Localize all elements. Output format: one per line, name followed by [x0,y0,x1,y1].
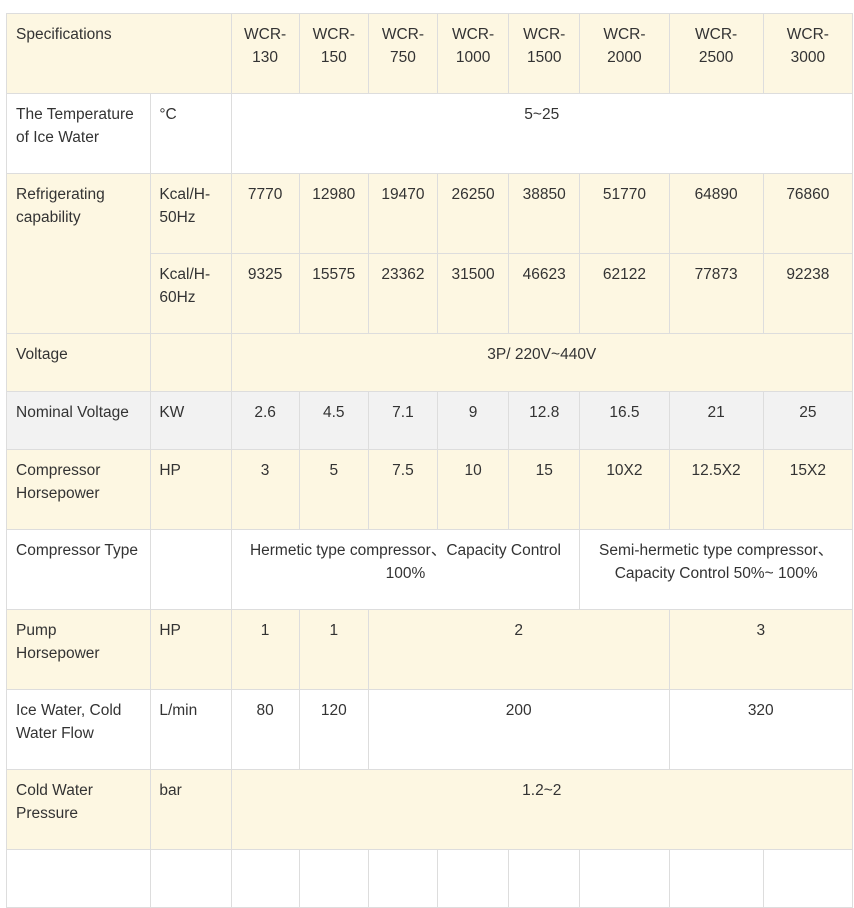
table-cell: 10X2 [579,449,670,530]
table-cell [298,849,369,908]
specifications-table: Specifications WCR- 130 WCR- 150 WCR- 75… [5,13,854,908]
table-cell: 320 [668,689,854,770]
model-header: WCR- 1000 [436,13,510,94]
table-cell: 3 [668,609,854,690]
table-cell: 3 [230,449,300,530]
table-cell: 46623 [508,253,581,334]
row-label: Compressor Horsepower [5,449,152,530]
model-header: WCR- 150 [298,13,369,94]
table-cell: 31500 [436,253,510,334]
table-row: Compressor Horsepower HP 3 5 7.5 10 15 1… [5,449,854,530]
specifications-header: Specifications [6,13,232,94]
row-value: 5~25 [230,93,854,174]
model-header: WCR- 3000 [762,13,854,94]
table-cell [436,849,510,908]
row-label: Compressor Type [5,529,152,610]
row-unit: bar [150,769,232,850]
table-cell: 21 [668,391,764,450]
row-unit: Kcal/H-60Hz [150,253,232,334]
model-header: WCR- 750 [367,13,439,94]
table-row: Nominal Voltage KW 2.6 4.5 7.1 9 12.8 16… [5,391,854,450]
row-value-hermetic: Hermetic type compressor、Capacity Contro… [230,529,581,610]
row-value: 1.2~2 [230,769,854,850]
table-cell: 1 [230,609,300,690]
table-cell: 64890 [668,173,764,254]
table-row: Refrigerating capability Kcal/H-50Hz 777… [5,173,854,334]
table-cell: 25 [762,391,854,450]
table-cell: 23362 [367,253,439,334]
row-unit: HP [150,449,232,530]
table-cell: 10 [436,449,510,530]
model-header: WCR- 2000 [579,13,670,94]
row-unit [150,849,232,908]
table-cell: 62122 [579,253,670,334]
table-row: Ice Water, Cold Water Flow L/min 80 120 … [5,689,854,770]
row-label: Pump Horsepower [5,609,152,690]
row-label: Refrigerating capability [5,173,152,334]
table-cell: 15 [508,449,581,530]
table-cell [367,849,439,908]
table-cell [762,849,854,908]
table-cell: 7.1 [367,391,439,450]
table-cell: 5 [298,449,369,530]
row-unit: °C [150,93,232,174]
model-header: WCR- 2500 [668,13,764,94]
table-cell: 4.5 [298,391,369,450]
table-cell: 12.8 [508,391,581,450]
model-header: WCR- 130 [230,13,300,94]
row-unit: KW [150,391,232,450]
row-unit: L/min [150,689,232,770]
row-label: Cold Water Pressure [5,769,152,850]
table-cell: 80 [230,689,300,770]
row-label: The Temperature of Ice Water [5,93,152,174]
table-cell: 9325 [230,253,300,334]
table-cell: 2.6 [230,391,300,450]
table-cell: 16.5 [579,391,670,450]
table-cell: 77873 [668,253,764,334]
row-unit: Kcal/H-50Hz [150,173,232,254]
table-row: The Temperature of Ice Water °C 5~25 [5,93,854,174]
table-cell [230,849,300,908]
table-row [5,849,854,908]
table-cell: 51770 [579,173,670,254]
table-cell: 2 [367,609,670,690]
table-row: Pump Horsepower HP 1 1 2 3 [5,609,854,690]
row-label: Nominal Voltage [5,391,152,450]
table-cell: 19470 [367,173,439,254]
table-cell: 200 [367,689,670,770]
table-cell: 120 [298,689,369,770]
row-label [5,849,152,908]
table-cell: 15575 [298,253,369,334]
table-cell: 1 [298,609,369,690]
table-cell: 12.5X2 [668,449,764,530]
row-unit [150,333,232,392]
row-unit: HP [150,609,232,690]
table-cell: 9 [436,391,510,450]
row-label: Ice Water, Cold Water Flow [5,689,152,770]
row-label: Voltage [5,333,152,392]
table-cell: 92238 [762,253,854,334]
header-row: Specifications WCR- 130 WCR- 150 WCR- 75… [6,13,854,94]
table-cell: 7770 [230,173,300,254]
table-cell [508,849,581,908]
table-cell: 26250 [436,173,510,254]
table-cell [668,849,764,908]
table-cell: 15X2 [762,449,854,530]
model-header: WCR- 1500 [508,13,581,94]
table-cell: 7.5 [367,449,439,530]
row-value: 3P/ 220V~440V [230,333,854,392]
row-unit [150,529,232,610]
row-value-semi-hermetic: Semi-hermetic type compressor、Capacity C… [579,529,853,610]
table-cell [579,849,670,908]
table-row: Compressor Type Hermetic type compressor… [5,529,853,610]
table-row: Voltage 3P/ 220V~440V [5,333,854,392]
table-row: Cold Water Pressure bar 1.2~2 [5,769,854,850]
table-cell: 12980 [298,173,369,254]
table-cell: 76860 [762,173,854,254]
table-cell: 38850 [508,173,581,254]
